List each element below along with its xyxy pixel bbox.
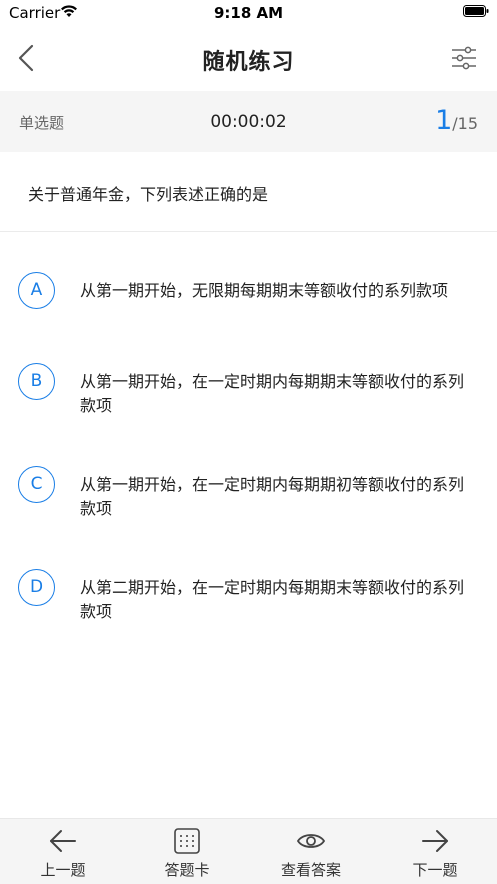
eye-icon (297, 834, 325, 848)
answer-card-label: 答题卡 (164, 861, 210, 879)
option-c-letter[interactable]: C (18, 466, 55, 503)
total-questions: /15 (452, 114, 478, 133)
option-a-text[interactable]: 从第一期开始，无限期每期期末等额收付的系列款项 (80, 279, 470, 303)
elapsed-timer: 00:00:02 (210, 112, 287, 132)
bottom-toolbar: 上一题 答题卡 查看答案 下一题 (0, 818, 497, 884)
option-b-letter[interactable]: B (18, 363, 55, 400)
divider (0, 231, 497, 232)
option-b-text[interactable]: 从第一期开始，在一定时期内每期期末等额收付的系列款项 (80, 370, 470, 418)
option-c-text[interactable]: 从第一期开始，在一定时期内每期期初等额收付的系列款项 (80, 473, 470, 521)
answer-card-button[interactable]: 答题卡 (132, 819, 242, 884)
option-d-letter[interactable]: D (18, 569, 55, 606)
question-text: 关于普通年金，下列表述正确的是 (28, 185, 269, 204)
question-progress: 1/15 (435, 105, 478, 136)
next-question-button[interactable]: 下一题 (380, 819, 490, 884)
option-d-text[interactable]: 从第二期开始，在一定时期内每期期末等额收付的系列款项 (80, 576, 470, 624)
clock: 9:18 AM (213, 4, 284, 22)
option-a-letter[interactable]: A (18, 272, 55, 309)
grid-icon (174, 828, 200, 854)
battery-icon (463, 5, 489, 17)
view-answer-label: 查看答案 (280, 861, 341, 879)
current-question-number: 1 (435, 105, 453, 136)
previous-question-button[interactable]: 上一题 (8, 819, 118, 884)
page-title: 随机练习 (202, 50, 295, 75)
status-bar: Carrier 9:18 AM (0, 0, 497, 26)
view-answer-button[interactable]: 查看答案 (256, 819, 366, 884)
settings-sliders-icon[interactable] (451, 45, 477, 71)
question-info-bar: 单选题 00:00:02 1/15 (0, 91, 497, 152)
previous-question-label: 上一题 (40, 861, 86, 879)
arrow-right-icon (422, 830, 448, 852)
next-question-label: 下一题 (412, 861, 458, 879)
navigation-bar: 随机练习 (0, 26, 497, 90)
arrow-left-icon (50, 830, 76, 852)
